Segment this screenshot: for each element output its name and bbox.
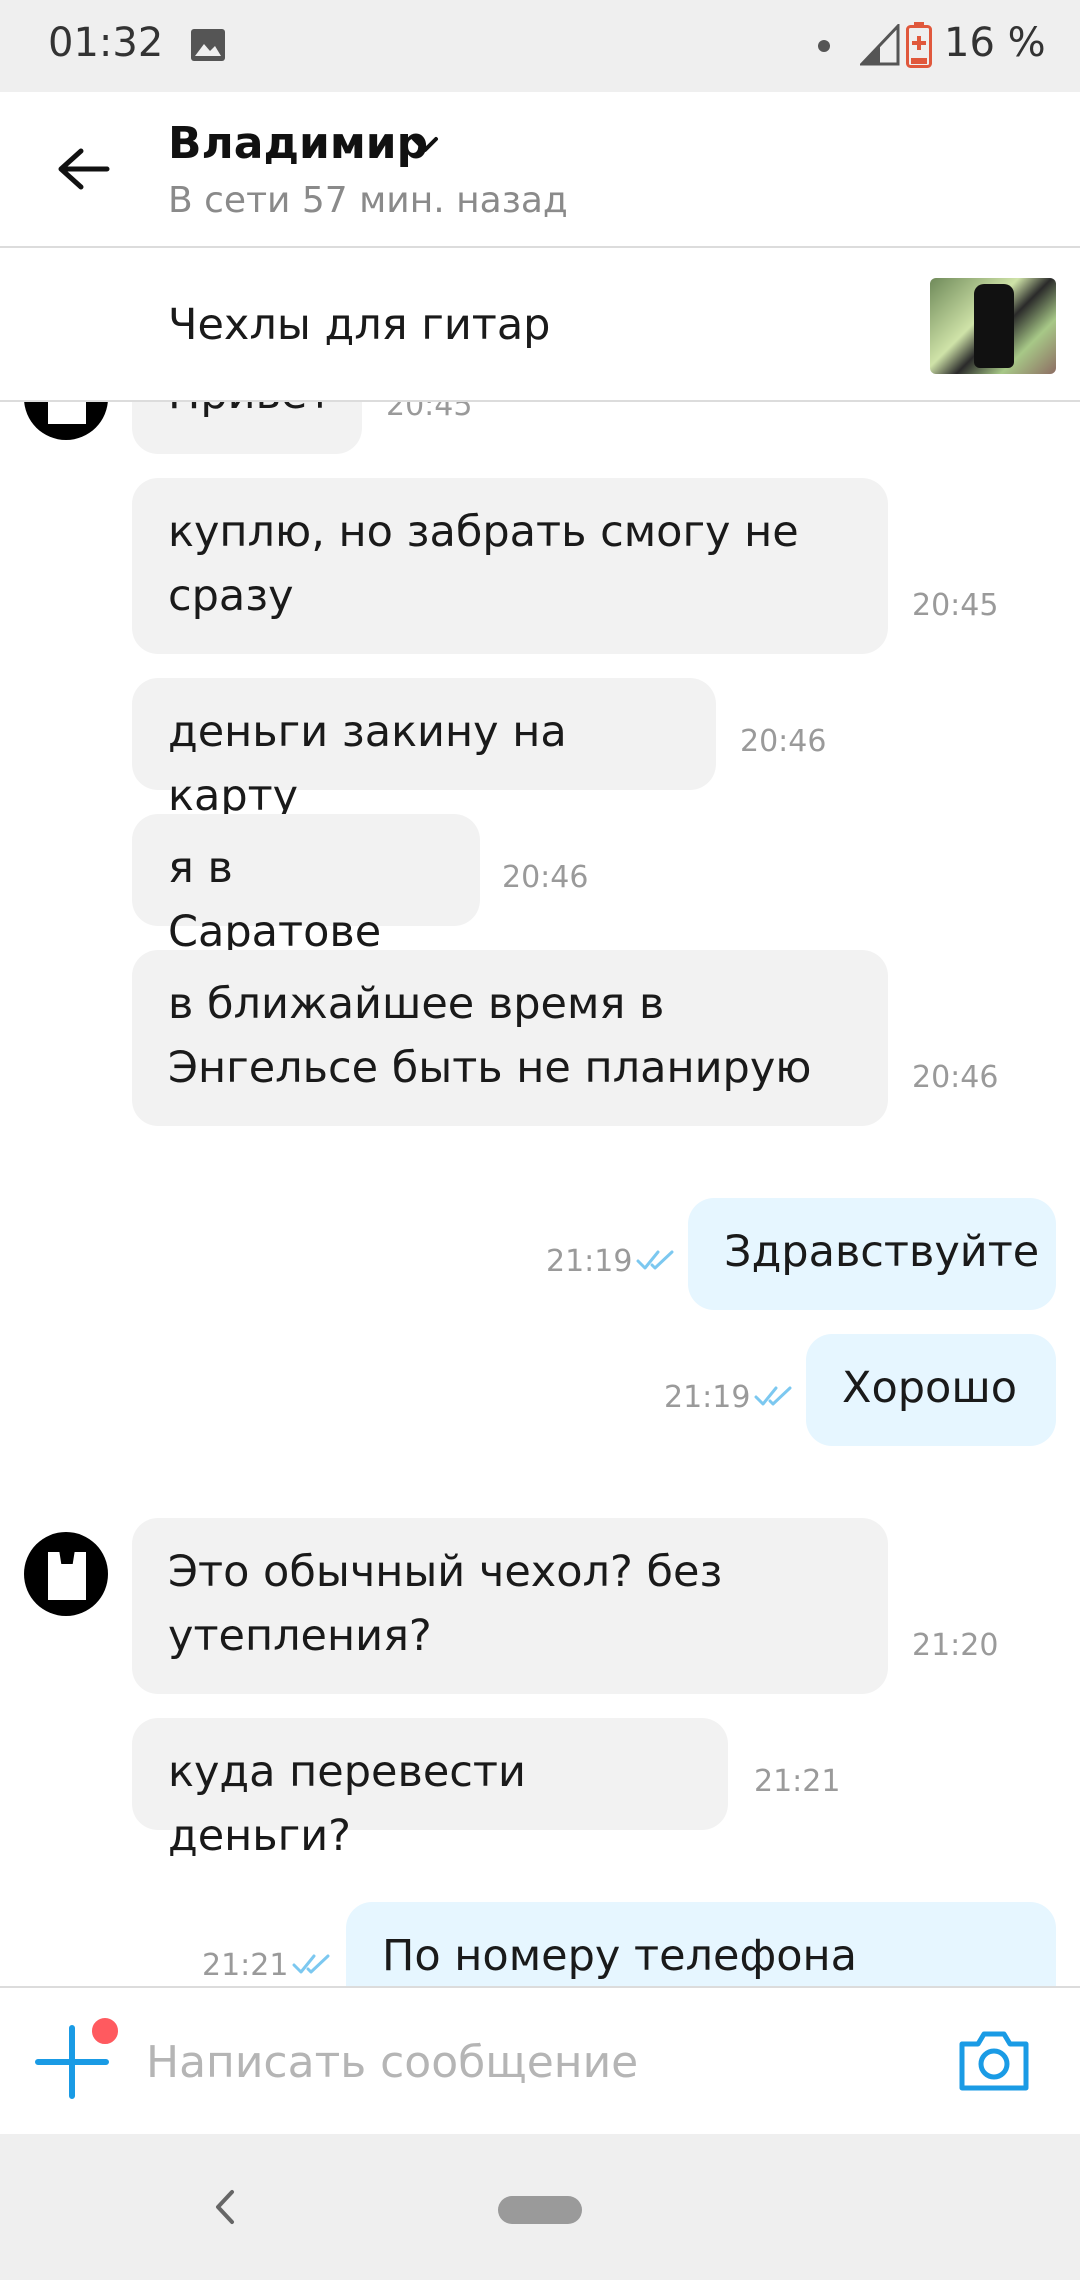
read-ticks-icon — [292, 1954, 330, 1974]
message-input[interactable] — [146, 2026, 886, 2098]
message-time: 20:45 — [386, 402, 473, 423]
message-time: 20:46 — [502, 860, 589, 895]
listing-thumbnail[interactable] — [930, 278, 1056, 374]
message-time: 20:45 — [912, 588, 999, 623]
message-time: 21:19 — [664, 1380, 751, 1415]
read-ticks-icon — [754, 1386, 792, 1406]
message-time: 21:20 — [912, 1628, 999, 1663]
contact-name[interactable]: Владимир — [168, 118, 428, 169]
message-bubble[interactable]: деньги закину на карту — [132, 678, 716, 821]
contact-status: В сети 57 мин. назад — [168, 180, 568, 221]
message-time: 21:19 — [546, 1244, 633, 1279]
read-ticks-icon — [636, 1250, 674, 1270]
message-time: 20:46 — [912, 1060, 999, 1095]
message-bubble-outgoing[interactable]: По номеру телефона можете — [346, 1902, 1056, 1986]
message-composer — [0, 1986, 1080, 2134]
message-time: 21:21 — [202, 1948, 289, 1983]
status-time: 01:32 — [48, 20, 164, 66]
avatar[interactable] — [24, 402, 108, 440]
nav-home-pill[interactable] — [498, 2196, 582, 2224]
message-bubble[interactable]: Это обычный чехол? без утепления? — [132, 1518, 888, 1694]
listing-bar[interactable]: Чехлы для гитар — [0, 250, 1080, 402]
image-icon — [191, 29, 225, 61]
status-bar: 01:32 16 % — [0, 0, 1080, 92]
message-bubble-outgoing[interactable]: Хорошо — [806, 1334, 1056, 1446]
message-bubble[interactable]: я в Саратове — [132, 814, 480, 957]
chat-header: Владимир В сети 57 мин. назад — [0, 92, 1080, 248]
chevron-down-icon[interactable] — [410, 134, 440, 156]
avatar[interactable] — [24, 1532, 108, 1616]
back-button[interactable] — [44, 134, 124, 204]
camera-icon[interactable] — [956, 2026, 1032, 2094]
listing-title[interactable]: Чехлы для гитар — [168, 300, 550, 350]
notification-badge — [88, 2014, 122, 2048]
message-bubble-outgoing[interactable]: Здравствуйте — [688, 1198, 1056, 1310]
battery-percentage: 16 % — [944, 20, 1046, 66]
system-navigation-bar — [0, 2134, 1080, 2280]
guitar-case-image — [974, 284, 1014, 368]
message-bubble[interactable]: Привет — [132, 402, 362, 454]
notification-dot-icon — [818, 40, 830, 52]
nav-back-icon[interactable] — [204, 2182, 244, 2232]
message-bubble[interactable]: куда перевести деньги? — [132, 1718, 728, 1861]
signal-icon — [860, 24, 900, 66]
message-bubble[interactable]: куплю, но забрать смогу не сразу — [132, 478, 888, 654]
back-arrow-icon — [58, 148, 110, 190]
message-time: 20:46 — [740, 724, 827, 759]
message-list[interactable]: Привет 20:45 куплю, но забрать смогу не … — [0, 402, 1080, 1986]
battery-icon — [906, 22, 932, 68]
message-bubble[interactable]: в ближайшее время в Энгельсе быть не пла… — [132, 950, 888, 1126]
message-time: 21:21 — [754, 1764, 841, 1799]
